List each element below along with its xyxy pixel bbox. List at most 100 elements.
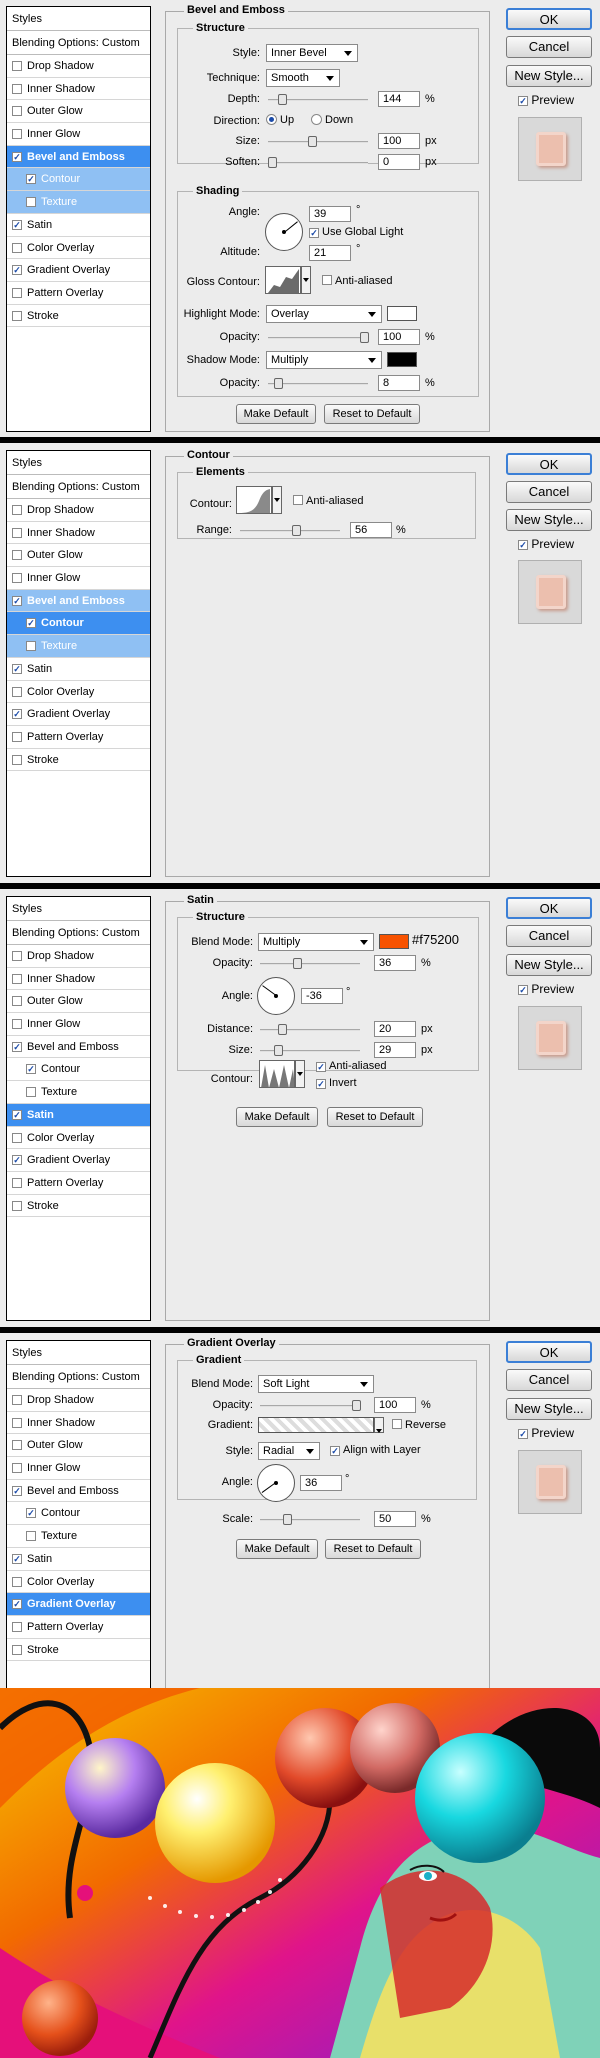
checkbox-icon[interactable] [12, 731, 22, 742]
sidebar-item-gradient-overlay[interactable]: ✓ Gradient Overlay [7, 1593, 150, 1616]
sidebar-item-contour[interactable]: ✓ Contour [7, 168, 150, 192]
depth-slider[interactable] [268, 94, 368, 105]
ok-button[interactable]: OK [506, 8, 592, 30]
satin-contour-dropdown[interactable] [295, 1060, 305, 1088]
preview-checkbox[interactable]: ✓ Preview [518, 93, 574, 107]
size-slider[interactable] [268, 136, 368, 147]
invert-checkbox[interactable]: ✓ Invert [316, 1077, 357, 1089]
opacity-input[interactable]: 100 [374, 1397, 416, 1413]
shadow-opacity-input[interactable]: 8 [378, 375, 420, 391]
gloss-contour-dropdown[interactable] [301, 266, 311, 294]
slider-thumb[interactable] [274, 378, 283, 389]
gradient-dropdown[interactable] [374, 1417, 384, 1433]
checkbox-icon[interactable] [12, 550, 22, 561]
reverse-checkbox[interactable]: Reverse [392, 1419, 446, 1431]
checkbox-icon[interactable] [322, 275, 332, 285]
shadow-color-swatch[interactable] [387, 352, 417, 367]
sidebar-item-texture[interactable]: Texture [7, 635, 150, 658]
checkbox-icon[interactable] [12, 951, 22, 961]
sidebar-item-inner-glow[interactable]: Inner Glow [7, 1013, 150, 1036]
sidebar-item-color-overlay[interactable]: Color Overlay [7, 237, 150, 260]
sidebar-item-stroke[interactable]: Stroke [7, 1639, 150, 1662]
align-with-layer-checkbox[interactable]: ✓ Align with Layer [330, 1444, 421, 1456]
checkbox-icon[interactable] [12, 686, 22, 697]
checkbox-icon[interactable] [12, 1132, 22, 1143]
checkbox-icon[interactable] [12, 1019, 22, 1030]
sidebar-item-inner-glow[interactable]: Inner Glow [7, 1457, 150, 1480]
sidebar-item-contour[interactable]: ✓ Contour [7, 1502, 150, 1526]
slider-thumb[interactable] [352, 1400, 361, 1411]
highlight-opacity-input[interactable]: 100 [378, 329, 420, 345]
scale-input[interactable]: 50 [374, 1511, 416, 1527]
depth-input[interactable]: 144 [378, 91, 420, 107]
checkbox-icon[interactable] [12, 1395, 22, 1405]
checkbox-checked-icon[interactable]: ✓ [12, 265, 22, 276]
styles-header[interactable]: Styles [7, 451, 150, 475]
sidebar-item-stroke[interactable]: Stroke [7, 1195, 150, 1218]
sidebar-item-gradient-overlay[interactable]: ✓ Gradient Overlay [7, 703, 150, 726]
checkbox-icon[interactable] [12, 1463, 22, 1474]
checkbox-checked-icon[interactable]: ✓ [12, 219, 22, 230]
soften-slider[interactable] [268, 157, 368, 168]
angle-dial[interactable] [265, 213, 303, 251]
sidebar-item-outer-glow[interactable]: Outer Glow [7, 990, 150, 1014]
sidebar-item-satin[interactable]: ✓ Satin [7, 658, 150, 681]
sidebar-item-pattern-overlay[interactable]: Pattern Overlay [7, 1172, 150, 1195]
sidebar-item-inner-shadow[interactable]: Inner Shadow [7, 78, 150, 101]
use-global-light-checkbox[interactable]: ✓ Use Global Light [309, 226, 403, 238]
styles-header[interactable]: Styles [7, 1341, 150, 1365]
sidebar-item-gradient-overlay[interactable]: ✓ Gradient Overlay [7, 1149, 150, 1172]
sidebar-item-outer-glow[interactable]: Outer Glow [7, 544, 150, 568]
reset-to-default-button[interactable]: Reset to Default [327, 1107, 423, 1127]
sidebar-item-inner-glow[interactable]: Inner Glow [7, 123, 150, 146]
blend-mode-select[interactable]: Multiply [258, 933, 374, 951]
checkbox-icon[interactable] [12, 973, 22, 984]
angle-input[interactable]: -36 [301, 988, 343, 1004]
highlight-mode-select[interactable]: Overlay [266, 305, 382, 323]
slider-thumb[interactable] [268, 157, 277, 168]
slider-thumb[interactable] [292, 525, 301, 536]
checkbox-icon[interactable] [12, 61, 22, 71]
sidebar-item-contour[interactable]: ✓ Contour [7, 612, 150, 636]
blending-options[interactable]: Blending Options: Custom [7, 1365, 150, 1389]
sidebar-item-satin[interactable]: ✓ Satin [7, 214, 150, 237]
blending-options[interactable]: Blending Options: Custom [7, 475, 150, 499]
blending-options[interactable]: Blending Options: Custom [7, 921, 150, 945]
sidebar-item-color-overlay[interactable]: Color Overlay [7, 681, 150, 704]
checkbox-checked-icon[interactable]: ✓ [26, 618, 36, 629]
ok-button[interactable]: OK [506, 453, 592, 475]
anti-aliased-checkbox[interactable]: Anti-aliased [293, 495, 363, 507]
checkbox-checked-icon[interactable]: ✓ [12, 151, 22, 162]
sidebar-item-texture[interactable]: Texture [7, 191, 150, 214]
angle-dial[interactable] [257, 1464, 295, 1502]
checkbox-checked-icon[interactable]: ✓ [518, 96, 528, 106]
opacity-slider[interactable] [260, 1400, 361, 1411]
checkbox-checked-icon[interactable]: ✓ [518, 985, 528, 995]
make-default-button[interactable]: Make Default [236, 404, 316, 424]
satin-contour-preview[interactable] [259, 1060, 295, 1088]
sidebar-item-gradient-overlay[interactable]: ✓ Gradient Overlay [7, 259, 150, 282]
checkbox-icon[interactable] [12, 1576, 22, 1587]
checkbox-checked-icon[interactable]: ✓ [316, 1062, 326, 1072]
sidebar-item-bevel-emboss[interactable]: ✓ Bevel and Emboss [7, 1036, 150, 1059]
angle-input[interactable]: 36 [300, 1475, 342, 1491]
sidebar-item-outer-glow[interactable]: Outer Glow [7, 100, 150, 124]
ok-button[interactable]: OK [506, 897, 592, 919]
sidebar-item-pattern-overlay[interactable]: Pattern Overlay [7, 726, 150, 749]
satin-color-swatch[interactable] [379, 934, 409, 949]
angle-input[interactable]: 39 [309, 206, 351, 222]
altitude-input[interactable]: 21 [309, 245, 351, 261]
sidebar-item-drop-shadow[interactable]: Drop Shadow [7, 55, 150, 78]
new-style-button[interactable]: New Style... [506, 1398, 592, 1420]
shadow-opacity-slider[interactable] [268, 378, 368, 389]
checkbox-checked-icon[interactable]: ✓ [26, 1064, 36, 1075]
checkbox-icon[interactable] [26, 641, 36, 652]
checkbox-checked-icon[interactable]: ✓ [26, 174, 36, 185]
checkbox-checked-icon[interactable]: ✓ [518, 540, 528, 550]
sidebar-item-inner-shadow[interactable]: Inner Shadow [7, 1412, 150, 1435]
sidebar-item-inner-shadow[interactable]: Inner Shadow [7, 968, 150, 991]
ok-button[interactable]: OK [506, 1341, 592, 1363]
checkbox-icon[interactable] [12, 754, 22, 765]
sidebar-item-pattern-overlay[interactable]: Pattern Overlay [7, 282, 150, 305]
sidebar-item-texture[interactable]: Texture [7, 1525, 150, 1548]
